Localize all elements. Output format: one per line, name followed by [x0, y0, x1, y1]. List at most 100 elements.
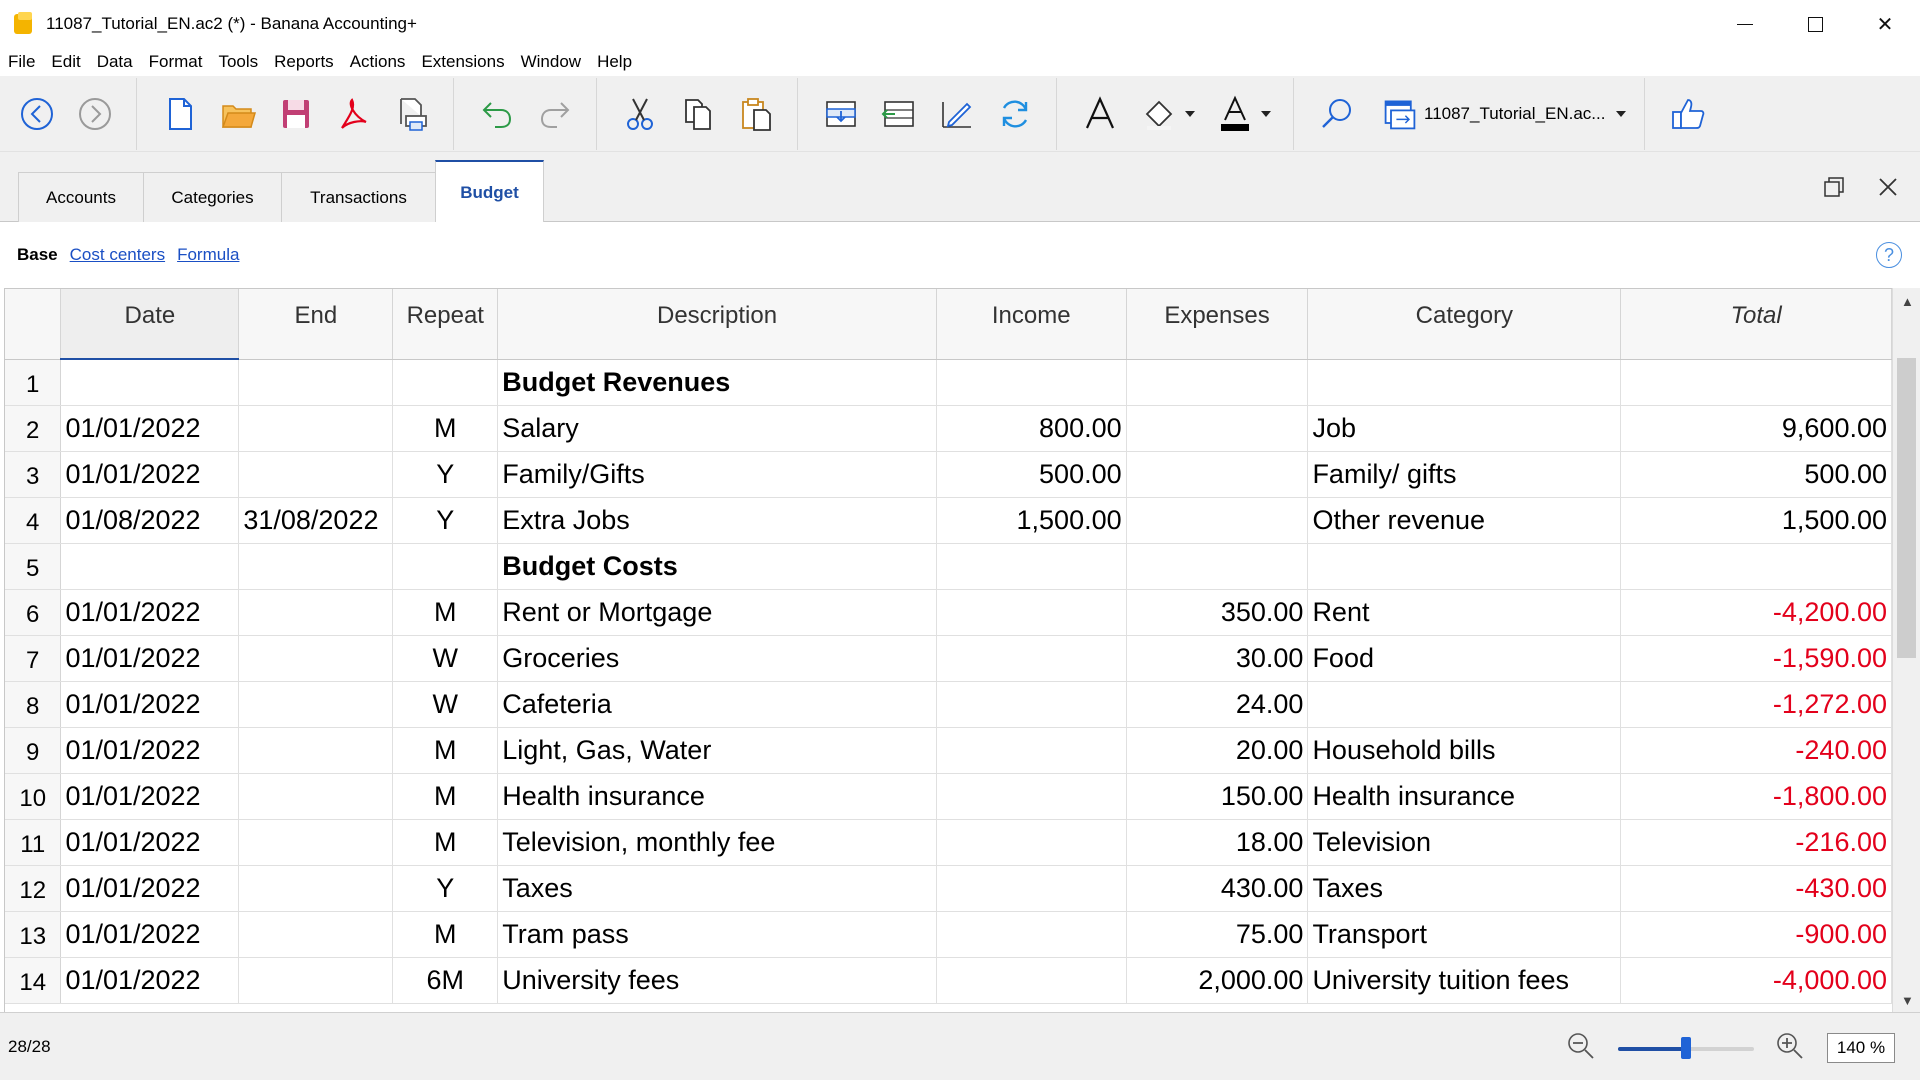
cell-total[interactable]: -1,590.00: [1620, 635, 1892, 682]
view-formula[interactable]: Formula: [177, 245, 239, 265]
cell-date[interactable]: 01/01/2022: [60, 405, 240, 452]
column-header-total[interactable]: Total: [1620, 289, 1892, 360]
menu-edit[interactable]: Edit: [51, 52, 80, 72]
cell-total[interactable]: -4,200.00: [1620, 589, 1892, 636]
cell-total[interactable]: [1620, 543, 1892, 590]
insert-rows-button[interactable]: [812, 84, 870, 144]
cell-repeat[interactable]: 6M: [392, 957, 499, 1004]
cell-repeat[interactable]: W: [392, 681, 499, 728]
menu-format[interactable]: Format: [149, 52, 203, 72]
column-header-income[interactable]: Income: [936, 289, 1127, 360]
cell-income[interactable]: [936, 819, 1127, 866]
paste-button[interactable]: [727, 84, 785, 144]
restore-tab-button[interactable]: [1812, 152, 1856, 222]
redo-button[interactable]: [526, 84, 584, 144]
cell-income[interactable]: [936, 589, 1127, 636]
cell-description[interactable]: Family/Gifts: [497, 451, 937, 498]
cell-date[interactable]: 01/01/2022: [60, 865, 240, 912]
cell-total[interactable]: -4,000.00: [1620, 957, 1892, 1004]
cell-end[interactable]: [238, 405, 394, 452]
cell-total[interactable]: 9,600.00: [1620, 405, 1892, 452]
cell-total[interactable]: -900.00: [1620, 911, 1892, 958]
cell-category[interactable]: Transport: [1307, 911, 1622, 958]
move-rows-button[interactable]: [870, 84, 928, 144]
cell-date[interactable]: [60, 543, 240, 590]
cell-total[interactable]: -240.00: [1620, 727, 1892, 774]
recalculate-button[interactable]: [986, 84, 1044, 144]
cell-description[interactable]: Budget Costs: [497, 543, 937, 590]
pdf-button[interactable]: [325, 84, 383, 144]
scrollbar-thumb[interactable]: [1897, 358, 1916, 658]
cell-end[interactable]: [238, 865, 394, 912]
cell-income[interactable]: [936, 773, 1127, 820]
column-header-end[interactable]: End: [238, 289, 394, 360]
cell-repeat[interactable]: W: [392, 635, 499, 682]
cell-income[interactable]: [936, 635, 1127, 682]
cell-category[interactable]: Taxes: [1307, 865, 1622, 912]
menu-tools[interactable]: Tools: [218, 52, 258, 72]
cell-expenses[interactable]: 30.00: [1126, 635, 1309, 682]
cell-date[interactable]: 01/01/2022: [60, 681, 240, 728]
cell-category[interactable]: [1307, 359, 1622, 406]
tab-transactions[interactable]: Transactions: [281, 172, 436, 222]
cell-total[interactable]: -1,272.00: [1620, 681, 1892, 728]
cell-total[interactable]: 500.00: [1620, 451, 1892, 498]
cell-repeat[interactable]: [392, 543, 499, 590]
cell-date[interactable]: 01/01/2022: [60, 589, 240, 636]
cell-date[interactable]: 01/01/2022: [60, 727, 240, 774]
text-color-button[interactable]: [1205, 84, 1281, 144]
cell-date[interactable]: 01/01/2022: [60, 451, 240, 498]
search-button[interactable]: [1308, 84, 1366, 144]
cell-description[interactable]: Light, Gas, Water: [497, 727, 937, 774]
forward-button[interactable]: [66, 84, 124, 144]
maximize-button[interactable]: [1780, 0, 1850, 48]
cell-date[interactable]: 01/01/2022: [60, 957, 240, 1004]
cell-end[interactable]: [238, 773, 394, 820]
cell-category[interactable]: Household bills: [1307, 727, 1622, 774]
menu-extensions[interactable]: Extensions: [421, 52, 504, 72]
cell-category[interactable]: Food: [1307, 635, 1622, 682]
column-header-date[interactable]: Date: [60, 289, 240, 360]
cell-description[interactable]: Salary: [497, 405, 937, 452]
cell-date[interactable]: 01/01/2022: [60, 819, 240, 866]
cell-repeat[interactable]: M: [392, 911, 499, 958]
cell-end[interactable]: [238, 957, 394, 1004]
print-preview-button[interactable]: [383, 84, 441, 144]
cell-repeat[interactable]: M: [392, 405, 499, 452]
menu-actions[interactable]: Actions: [350, 52, 406, 72]
cell-expenses[interactable]: [1126, 359, 1309, 406]
cell-repeat[interactable]: [392, 359, 499, 406]
cell-end[interactable]: [238, 681, 394, 728]
new-file-button[interactable]: [151, 84, 209, 144]
cell-category[interactable]: Rent: [1307, 589, 1622, 636]
cell-description[interactable]: Taxes: [497, 865, 937, 912]
cell-description[interactable]: Budget Revenues: [497, 359, 937, 406]
cell-expenses[interactable]: 18.00: [1126, 819, 1309, 866]
cell-expenses[interactable]: 75.00: [1126, 911, 1309, 958]
cell-repeat[interactable]: M: [392, 819, 499, 866]
cell-expenses[interactable]: 2,000.00: [1126, 957, 1309, 1004]
cell-expenses[interactable]: 430.00: [1126, 865, 1309, 912]
tab-accounts[interactable]: Accounts: [18, 172, 144, 222]
cell-repeat[interactable]: M: [392, 773, 499, 820]
help-icon[interactable]: ?: [1876, 242, 1902, 268]
cell-repeat[interactable]: Y: [392, 451, 499, 498]
cell-expenses[interactable]: [1126, 405, 1309, 452]
cell-end[interactable]: [238, 819, 394, 866]
cell-repeat[interactable]: M: [392, 727, 499, 774]
font-button[interactable]: [1071, 84, 1129, 144]
cell-description[interactable]: Tram pass: [497, 911, 937, 958]
cell-description[interactable]: Rent or Mortgage: [497, 589, 937, 636]
column-header-description[interactable]: Description: [497, 289, 937, 360]
cell-expenses[interactable]: 150.00: [1126, 773, 1309, 820]
cell-total[interactable]: -1,800.00: [1620, 773, 1892, 820]
fill-color-button[interactable]: [1129, 84, 1205, 144]
cell-income[interactable]: [936, 543, 1127, 590]
tab-categories[interactable]: Categories: [143, 172, 282, 222]
zoom-slider-thumb[interactable]: [1681, 1037, 1691, 1059]
cell-category[interactable]: [1307, 543, 1622, 590]
cell-end[interactable]: [238, 589, 394, 636]
zoom-level-field[interactable]: 140 %: [1827, 1033, 1895, 1063]
cell-date[interactable]: 01/01/2022: [60, 911, 240, 958]
cell-total[interactable]: -216.00: [1620, 819, 1892, 866]
